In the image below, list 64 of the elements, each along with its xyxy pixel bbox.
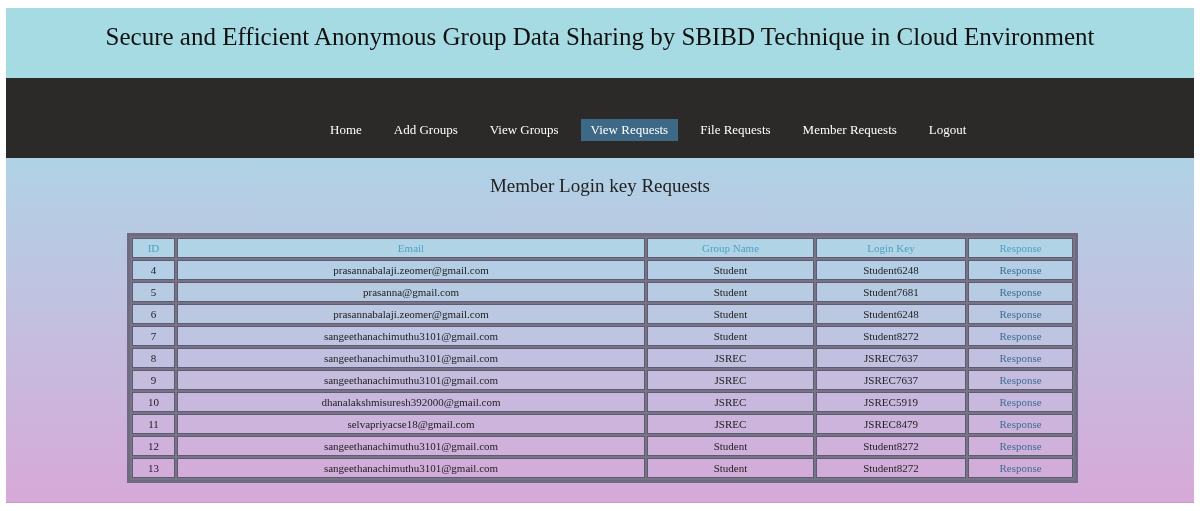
site-title: Secure and Efficient Anonymous Group Data Sharing by SBIBD Technique in Cloud Environment xyxy=(105,23,1095,51)
table-cell: selvapriyacse18@gmail.com xyxy=(177,414,645,434)
table-cell: Student8272 xyxy=(816,458,966,478)
table-cell: JSREC xyxy=(647,348,814,368)
table-cell: JSREC5919 xyxy=(816,392,966,412)
column-header: Login Key xyxy=(816,238,966,258)
table-cell: JSREC xyxy=(647,370,814,390)
table-cell: Student xyxy=(647,326,814,346)
nav-link[interactable]: Member Requests xyxy=(792,119,907,141)
response-link[interactable]: Response xyxy=(968,392,1073,412)
nav-link[interactable]: Add Groups xyxy=(383,119,468,141)
table-cell: sangeethanachimuthu3101@gmail.com xyxy=(177,436,645,456)
response-link[interactable]: Response xyxy=(968,458,1073,478)
table-cell: 13 xyxy=(132,458,175,478)
table-cell: sangeethanachimuthu3101@gmail.com xyxy=(177,458,645,478)
table-cell: Student8272 xyxy=(816,326,966,346)
response-link[interactable]: Response xyxy=(968,326,1073,346)
table-cell: 9 xyxy=(132,370,175,390)
table-cell: Student6248 xyxy=(816,260,966,280)
table-cell: dhanalakshmisuresh392000@gmail.com xyxy=(177,392,645,412)
table-cell: 11 xyxy=(132,414,175,434)
column-header: ID xyxy=(132,238,175,258)
table-cell: 7 xyxy=(132,326,175,346)
table-cell: 8 xyxy=(132,348,175,368)
table-cell: sangeethanachimuthu3101@gmail.com xyxy=(177,370,645,390)
nav-link[interactable]: Home xyxy=(320,119,372,141)
nav-link[interactable]: Logout xyxy=(918,119,977,141)
table-cell: Student xyxy=(647,304,814,324)
table-cell: JSREC8479 xyxy=(816,414,966,434)
table-cell: 12 xyxy=(132,436,175,456)
table-cell: Student xyxy=(647,458,814,478)
nav-link[interactable]: View Groups xyxy=(479,119,569,141)
table-cell: Student xyxy=(647,282,814,302)
response-link[interactable]: Response xyxy=(968,414,1073,434)
table-cell: JSREC7637 xyxy=(816,370,966,390)
response-link[interactable]: Response xyxy=(968,436,1073,456)
table-cell: Student xyxy=(647,260,814,280)
table-cell: sangeethanachimuthu3101@gmail.com xyxy=(177,348,645,368)
response-link[interactable]: Response xyxy=(968,348,1073,368)
nav-link[interactable]: File Requests xyxy=(690,119,781,141)
response-link[interactable]: Response xyxy=(968,282,1073,302)
table-cell: JSREC xyxy=(647,414,814,434)
response-link[interactable]: Response xyxy=(968,370,1073,390)
table-cell: JSREC7637 xyxy=(816,348,966,368)
table-cell: prasannabalaji.zeomer@gmail.com xyxy=(177,260,645,280)
table-cell: Student xyxy=(647,436,814,456)
table-cell: 5 xyxy=(132,282,175,302)
column-header: Email xyxy=(177,238,645,258)
table-cell: 10 xyxy=(132,392,175,412)
column-header: Response xyxy=(968,238,1073,258)
table-cell: 6 xyxy=(132,304,175,324)
table-cell: Student6248 xyxy=(816,304,966,324)
table-cell: Student7681 xyxy=(816,282,966,302)
table-cell: JSREC xyxy=(647,392,814,412)
response-link[interactable]: Response xyxy=(968,260,1073,280)
page-heading: Member Login key Requests xyxy=(489,175,710,197)
table-cell: 4 xyxy=(132,260,175,280)
column-header: Group Name xyxy=(647,238,814,258)
nav-link[interactable]: View Requests xyxy=(580,119,679,141)
table-cell: prasannabalaji.zeomer@gmail.com xyxy=(177,304,645,324)
table-cell: Student8272 xyxy=(816,436,966,456)
table-cell: prasanna@gmail.com xyxy=(177,282,645,302)
response-link[interactable]: Response xyxy=(968,304,1073,324)
table-cell: sangeethanachimuthu3101@gmail.com xyxy=(177,326,645,346)
